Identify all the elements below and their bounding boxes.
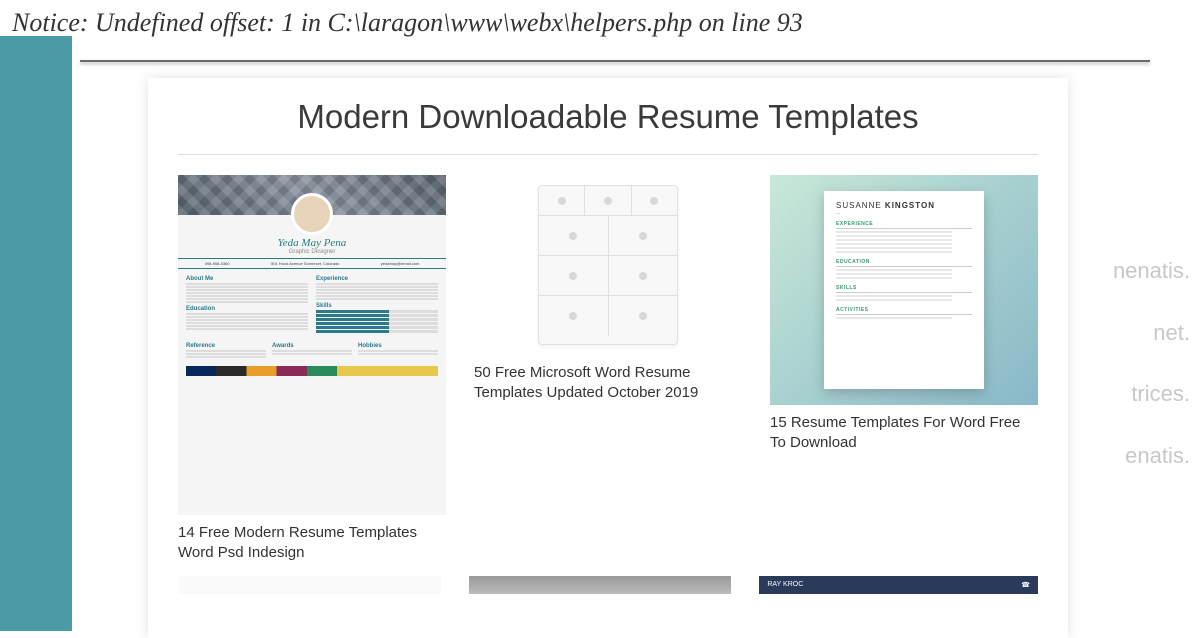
section-heading: EDUCATION <box>836 259 972 267</box>
phone-icon: ☎ <box>1021 581 1030 589</box>
content-card: Modern Downloadable Resume Templates Yed… <box>148 78 1068 638</box>
section-heading: Skills <box>316 303 438 309</box>
template-grid-row-2: RAY KROC ☎ <box>178 576 1038 594</box>
section-heading: Awards <box>272 343 352 349</box>
resume-thumbnail-5[interactable] <box>469 576 732 594</box>
template-caption[interactable]: 14 Free Modern Resume Templates Word Psd… <box>178 523 446 564</box>
resume-thumbnail-3[interactable]: SUSANNE KINGSTON — EXPERIENCE EDUCATION … <box>770 175 1038 405</box>
resume-contact: 098-958-0360 501 Hood Avenue Somerset, C… <box>178 258 446 269</box>
resume-row2-name: RAY KROC <box>767 581 803 588</box>
resume-page-mock: SUSANNE KINGSTON — EXPERIENCE EDUCATION … <box>824 191 984 389</box>
title-divider <box>178 154 1038 155</box>
app-icons-strip <box>186 366 438 376</box>
section-heading: EXPERIENCE <box>836 221 972 229</box>
resume-thumbnail-1[interactable]: Yeda May Pena Graphic Designer 098-958-0… <box>178 175 446 515</box>
resume-thumbnail-6[interactable]: RAY KROC ☎ <box>759 576 1038 594</box>
resume-thumbnail-4[interactable] <box>178 576 441 594</box>
resume-name: Yeda May Pena <box>178 237 446 249</box>
resume-role: Graphic Designer <box>178 249 446 255</box>
section-heading: Experience <box>316 276 438 282</box>
section-heading: SKILLS <box>836 285 972 293</box>
template-caption[interactable]: 15 Resume Templates For Word Free To Dow… <box>770 413 1038 454</box>
template-item[interactable]: 50 Free Microsoft Word Resume Templates … <box>474 175 742 564</box>
section-heading: Reference <box>186 343 266 349</box>
template-caption[interactable]: 50 Free Microsoft Word Resume Templates … <box>474 363 742 404</box>
resume-subline: — <box>836 210 972 215</box>
dresser-icon <box>538 185 678 345</box>
resume-thumbnail-2[interactable] <box>474 175 742 355</box>
template-item[interactable]: Yeda May Pena Graphic Designer 098-958-0… <box>178 175 446 564</box>
avatar <box>291 193 333 235</box>
template-item[interactable]: SUSANNE KINGSTON — EXPERIENCE EDUCATION … <box>770 175 1038 564</box>
section-heading: ACTIVITIES <box>836 307 972 315</box>
section-heading: Education <box>186 306 308 312</box>
php-error-notice: Notice: Undefined offset: 1 in C:\larago… <box>12 8 803 38</box>
template-grid: Yeda May Pena Graphic Designer 098-958-0… <box>178 175 1038 564</box>
section-heading: About Me <box>186 276 308 282</box>
page-title: Modern Downloadable Resume Templates <box>178 98 1038 136</box>
top-divider <box>80 60 1150 62</box>
section-heading: Hobbies <box>358 343 438 349</box>
teal-sidebar-stripe <box>0 36 72 631</box>
